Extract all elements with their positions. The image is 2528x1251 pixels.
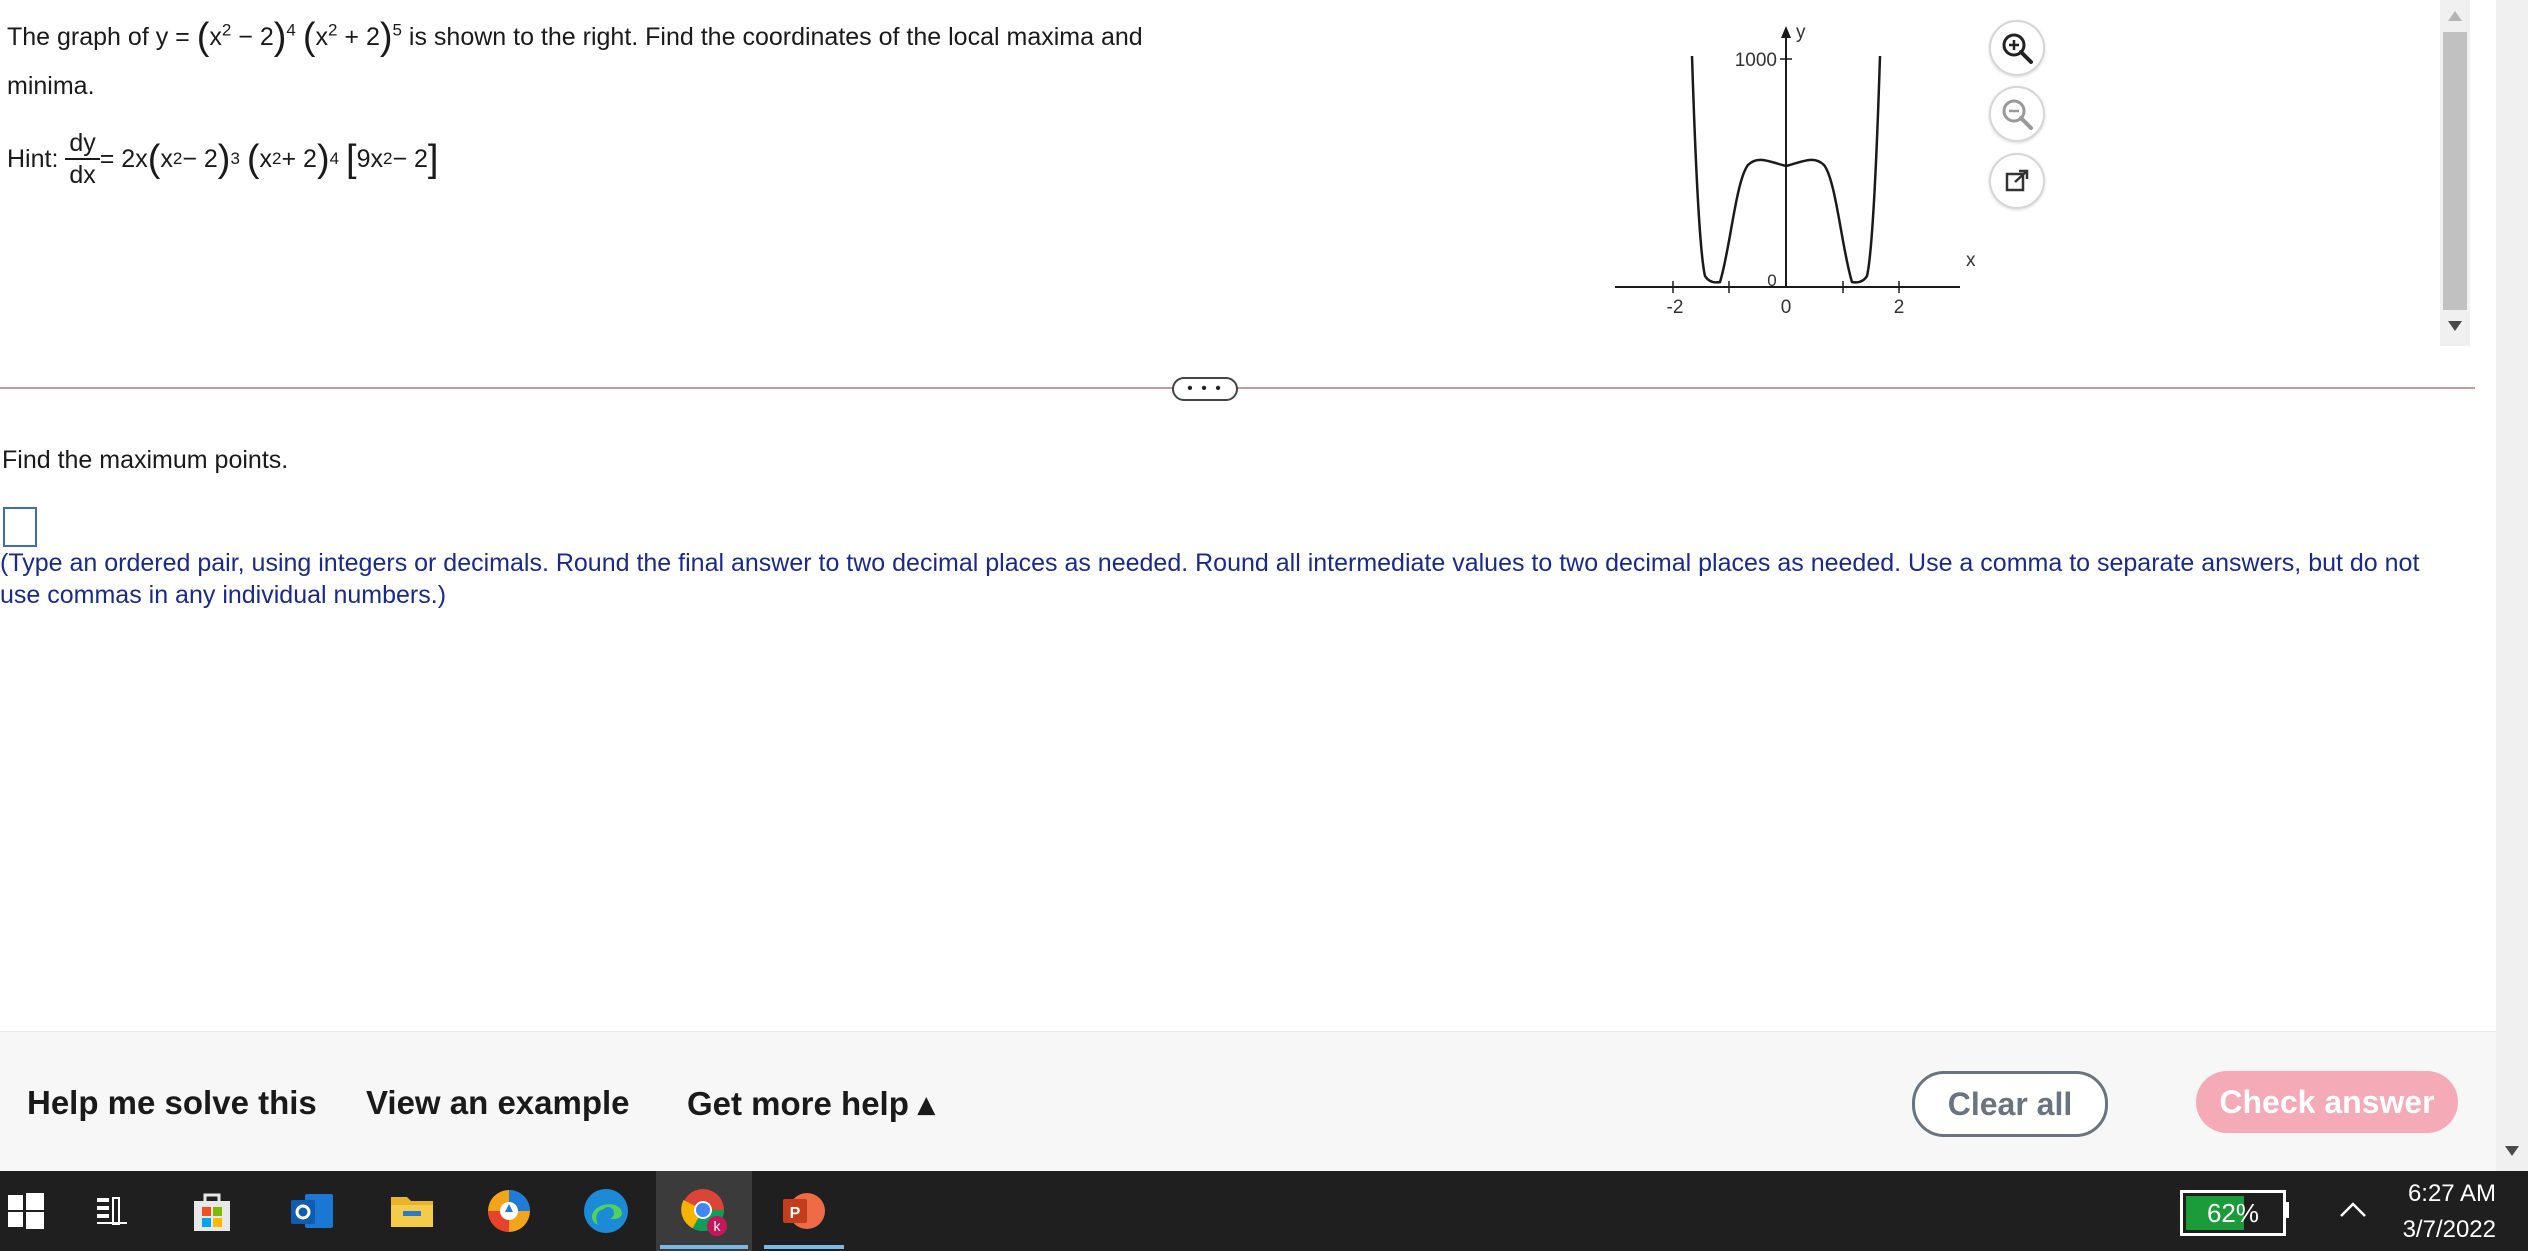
clock-time[interactable]: 6:27 AM (2380, 1180, 2496, 1208)
task-view-icon (97, 1197, 127, 1225)
chrome-button[interactable]: k (678, 1185, 730, 1237)
windows-icon (8, 1193, 44, 1229)
scroll-down-icon[interactable] (2447, 320, 2463, 332)
derivative-fraction: dy dx (65, 128, 100, 190)
folder-icon (391, 1197, 433, 1227)
powerpoint-icon: P (783, 1193, 825, 1229)
edge-button[interactable] (580, 1185, 632, 1237)
chrome-icon: k (681, 1189, 727, 1236)
browser-app-button[interactable] (483, 1185, 535, 1237)
x-tick-label: -2 (1667, 297, 1684, 318)
origin-label: 0 (1767, 271, 1776, 290)
start-button[interactable] (0, 1185, 52, 1237)
zoom-in-button[interactable] (1989, 20, 2045, 76)
x-tick-label: 2 (1894, 297, 1905, 318)
y-axis-arrow (1781, 26, 1791, 38)
zoom-out-button[interactable] (1989, 86, 2045, 142)
edge-icon (584, 1189, 628, 1233)
battery-percent: 62% (2206, 1197, 2260, 1228)
question-text-line2: minima. (7, 72, 95, 100)
get-more-help-button[interactable]: Get more help ▴ (687, 1084, 935, 1123)
show-hidden-icons-icon[interactable] (2338, 1200, 2368, 1220)
store-icon (194, 1193, 230, 1231)
zoom-out-icon (2002, 99, 2033, 130)
question-text: The graph of y = (x2 − 2)4 (x2 + 2)5 is … (7, 16, 1143, 58)
chrome-active-indicator (660, 1245, 748, 1249)
browser-app-icon (488, 1190, 530, 1232)
view-example-button[interactable]: View an example (366, 1084, 630, 1122)
help-me-solve-button[interactable]: Help me solve this (27, 1084, 317, 1122)
store-button[interactable] (186, 1185, 238, 1237)
answer-instructions: (Type an ordered pair, using integers or… (0, 549, 2420, 609)
clear-all-button[interactable]: Clear all (1912, 1071, 2108, 1137)
x-axis-label: x (1966, 250, 1976, 271)
scroll-up-icon[interactable] (2447, 10, 2463, 22)
panel-resize-handle[interactable]: • • • (1172, 377, 1238, 401)
file-explorer-button[interactable] (386, 1185, 438, 1237)
zoom-in-icon (2002, 33, 2033, 64)
x-tick-label: 0 (1781, 297, 1792, 318)
answer-input[interactable] (3, 507, 37, 547)
outlook-button[interactable] (286, 1185, 338, 1237)
battery-indicator[interactable]: 62% (2180, 1190, 2286, 1236)
question-scrollbar[interactable] (2440, 0, 2470, 346)
battery-tip (2283, 1202, 2289, 1218)
y-tick-label: 1000 (1735, 50, 1777, 71)
taskbar (0, 1171, 2528, 1251)
page-scroll-down-icon[interactable] (2504, 1145, 2520, 1157)
y-axis-label: y (1796, 22, 1806, 43)
answer-prompt: Find the maximum points. (2, 446, 289, 474)
question-scrollbar-thumb[interactable] (2443, 32, 2467, 310)
task-view-button[interactable] (86, 1185, 138, 1237)
function-graph: y x 1000 0 -2 0 2 (1615, 22, 1976, 318)
powerpoint-indicator (764, 1245, 844, 1249)
svg-text:k: k (714, 1218, 722, 1234)
svg-text:P: P (790, 1205, 801, 1222)
clock-date[interactable]: 3/7/2022 (2380, 1216, 2496, 1244)
page-scrollbar[interactable] (2496, 0, 2528, 1171)
powerpoint-button[interactable]: P (777, 1185, 829, 1237)
hint: Hint: dy dx = 2x (x 2 − 2) 3 (x 2 + 2) 4 [9x… (7, 128, 439, 190)
check-answer-button[interactable]: Check answer (2196, 1071, 2458, 1133)
external-link-icon (2005, 169, 2029, 192)
popout-button[interactable] (1989, 153, 2045, 209)
outlook-icon (291, 1194, 333, 1228)
